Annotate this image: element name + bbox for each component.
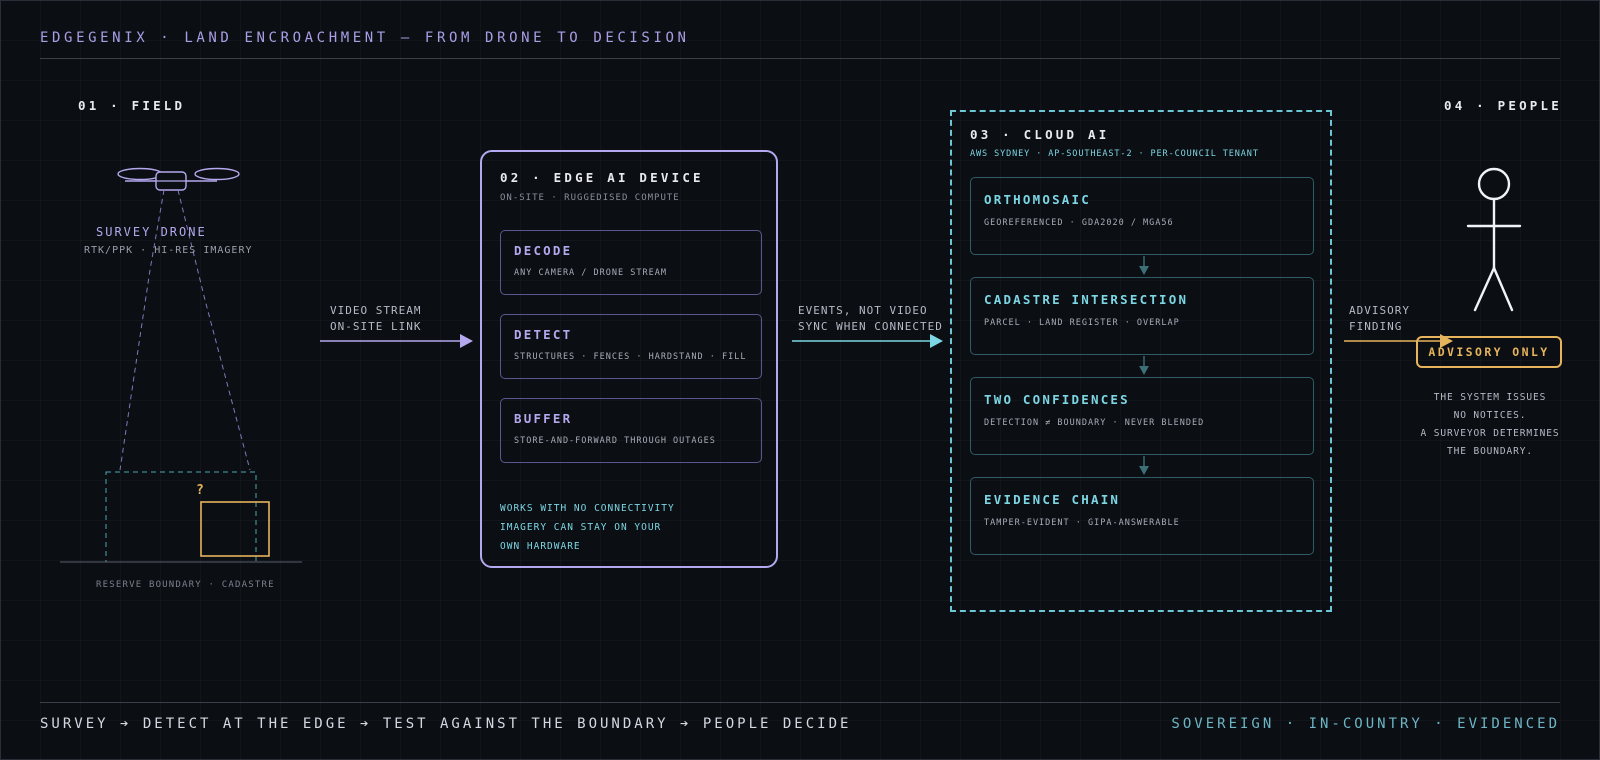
edge-card-sub: ANY CAMERA / DRONE STREAM [514, 268, 667, 278]
arrow-video-stream [320, 334, 473, 348]
cloud-card-two-confidences: TWO CONFIDENCES DETECTION ≠ BOUNDARY · N… [970, 377, 1314, 455]
edge-card-title: BUFFER [514, 411, 573, 426]
ground-label: RESERVE BOUNDARY · CADASTRE [96, 580, 275, 590]
cloud-card-sub: TAMPER-EVIDENT · GIPA-ANSWERABLE [984, 518, 1180, 528]
advisory-finding-label: ADVISORY FINDING [1349, 303, 1410, 335]
edge-section-title: 02 · EDGE AI DEVICE [500, 170, 704, 185]
people-notes: THE SYSTEM ISSUES NO NOTICES. A SURVEYOR… [1404, 389, 1576, 461]
edge-note: IMAGERY CAN STAY ON YOUR [500, 522, 662, 533]
footer-tagline: SOVEREIGN · IN-COUNTRY · EVIDENCED [1171, 716, 1560, 732]
people-section-title: 04 · PEOPLE [1444, 98, 1562, 113]
edge-card-decode: DECODE ANY CAMERA / DRONE STREAM [500, 230, 762, 295]
edge-note: OWN HARDWARE [500, 541, 581, 552]
advisory-finding-line1: ADVISORY [1349, 304, 1410, 317]
edge-notes: WORKS WITH NO CONNECTIVITY IMAGERY CAN S… [500, 499, 675, 556]
events-sync-line1: EVENTS, NOT VIDEO [798, 304, 928, 317]
cloud-card-orthomosaic: ORTHOMOSAIC GEOREFERENCED · GDA2020 / MG… [970, 177, 1314, 255]
arrow-events-sync [792, 334, 943, 348]
cloud-card-sub: DETECTION ≠ BOUNDARY · NEVER BLENDED [984, 418, 1205, 428]
people-note: THE SYSTEM ISSUES [1433, 392, 1547, 403]
cloud-card-title: TWO CONFIDENCES [984, 392, 1130, 407]
events-sync-label: EVENTS, NOT VIDEO SYNC WHEN CONNECTED [798, 303, 943, 335]
cloud-card-evidence-chain: EVIDENCE CHAIN TAMPER-EVIDENT · GIPA-ANS… [970, 477, 1314, 555]
video-stream-label: VIDEO STREAM ON-SITE LINK [330, 303, 421, 335]
cloud-card-cadastre-intersection: CADASTRE INTERSECTION PARCEL · LAND REGI… [970, 277, 1314, 355]
cloud-card-title: CADASTRE INTERSECTION [984, 292, 1189, 307]
video-stream-line1: VIDEO STREAM [330, 304, 422, 317]
detected-structure-box [200, 501, 270, 557]
edge-card-sub: STORE-AND-FORWARD THROUGH OUTAGES [514, 436, 716, 446]
drone-icon [117, 167, 240, 191]
cloud-card-sub: PARCEL · LAND REGISTER · OVERLAP [984, 318, 1180, 328]
cloud-subtitle: AWS SYDNEY · AP-SOUTHEAST-2 · PER-COUNCI… [970, 149, 1259, 159]
advisory-finding-line2: FINDING [1349, 320, 1403, 333]
people-note: NO NOTICES. [1453, 410, 1527, 421]
edge-card-title: DECODE [514, 243, 573, 258]
person-icon [1466, 167, 1522, 312]
survey-area-box [105, 471, 257, 563]
edge-card-buffer: BUFFER STORE-AND-FORWARD THROUGH OUTAGES [500, 398, 762, 463]
drone-label: SURVEY DRONE [96, 225, 207, 239]
edge-note: WORKS WITH NO CONNECTIVITY [500, 503, 675, 514]
advisory-only-badge: ADVISORY ONLY [1416, 336, 1562, 368]
cloud-card-title: ORTHOMOSAIC [984, 192, 1091, 207]
edge-subtitle: ON-SITE · RUGGEDISED COMPUTE [500, 193, 680, 203]
edge-card-title: DETECT [514, 327, 573, 342]
edge-card-detect: DETECT STRUCTURES · FENCES · HARDSTAND ·… [500, 314, 762, 379]
drone-sublabel: RTK/PPK · HI-RES IMAGERY [84, 245, 253, 256]
cloud-section-title: 03 · CLOUD AI [970, 127, 1110, 142]
cloud-card-title: EVIDENCE CHAIN [984, 492, 1121, 507]
people-note: A SURVEYOR DETERMINES [1420, 428, 1560, 439]
edge-card-sub: STRUCTURES · FENCES · HARDSTAND · FILL [514, 352, 747, 362]
diagram-graphics [60, 167, 1522, 563]
footer-flow: SURVEY ➔ DETECT AT THE EDGE ➔ TEST AGAIN… [40, 716, 852, 732]
events-sync-line2: SYNC WHEN CONNECTED [798, 320, 943, 333]
video-stream-line2: ON-SITE LINK [330, 320, 422, 333]
people-note: THE BOUNDARY. [1446, 446, 1534, 457]
footer-divider [40, 702, 1560, 703]
cloud-card-sub: GEOREFERENCED · GDA2020 / MGA56 [984, 218, 1174, 228]
unknown-structure-marker: ? [196, 483, 204, 498]
field-section-title: 01 · FIELD [78, 98, 186, 113]
